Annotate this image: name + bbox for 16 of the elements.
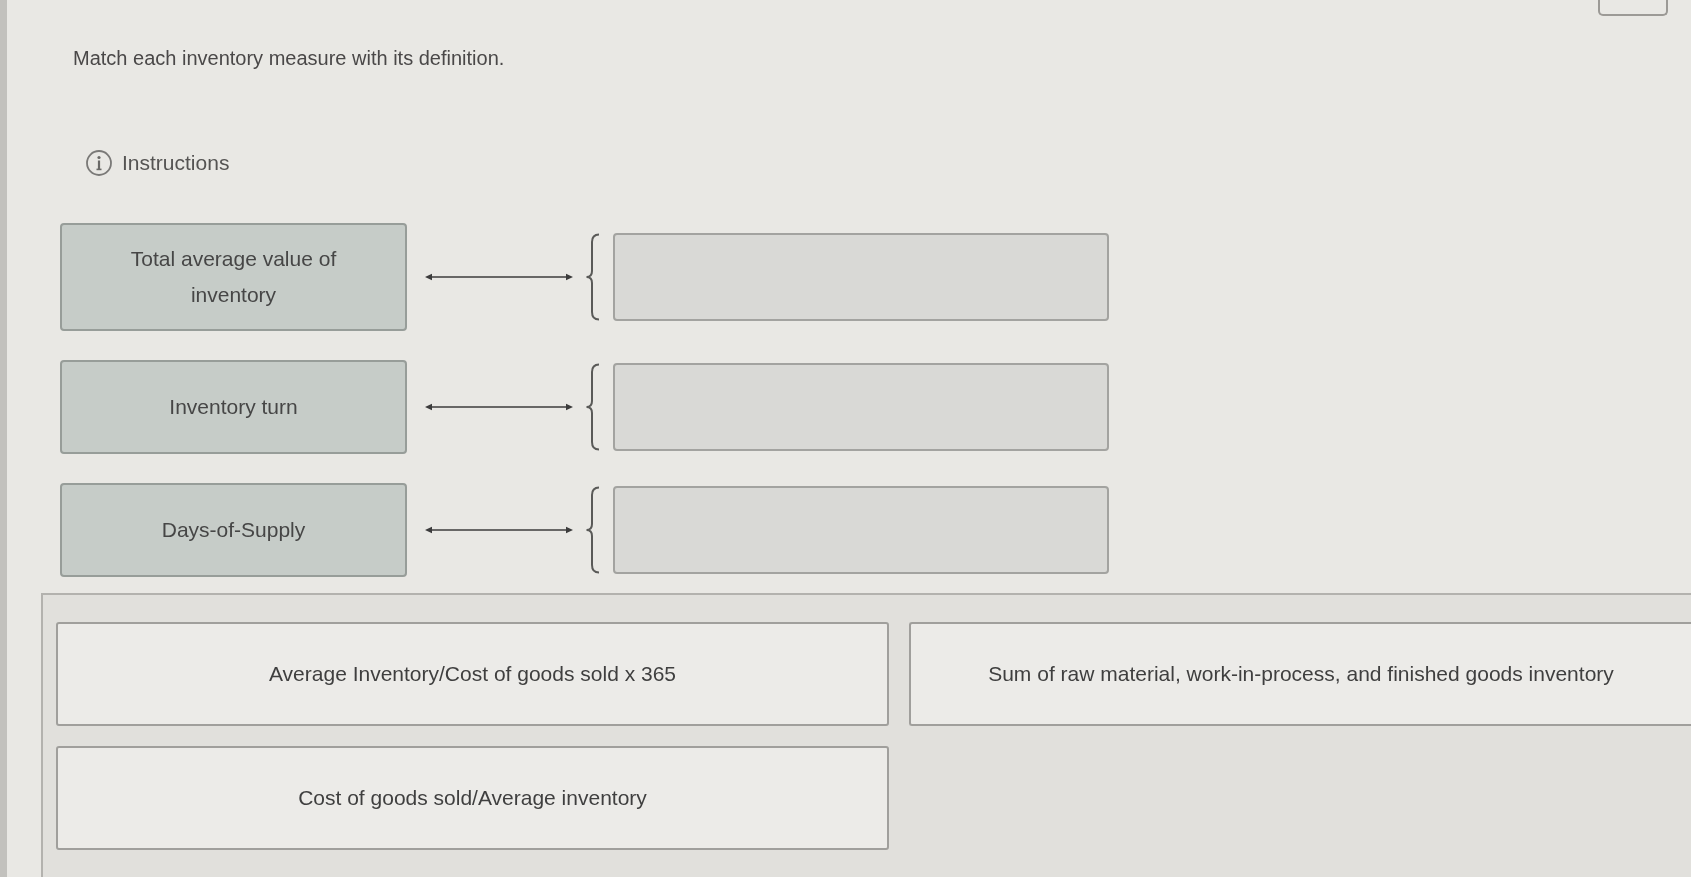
brace-icon — [585, 486, 601, 574]
brace-icon — [585, 363, 601, 451]
answer-drop-zone[interactable] — [613, 363, 1109, 451]
brace-icon — [585, 233, 601, 321]
answer-drop-zone[interactable] — [613, 486, 1109, 574]
term-card: Total average value of inventory — [60, 223, 407, 331]
term-card: Days-of-Supply — [60, 483, 407, 577]
answer-card[interactable]: Sum of raw material, work-in-process, and finished goods inventory — [909, 622, 1691, 726]
term-card: Inventory turn — [60, 360, 407, 454]
instructions-link[interactable]: Instructions — [122, 150, 230, 176]
info-icon — [86, 150, 112, 176]
answer-card[interactable]: Cost of goods sold/Average inventory — [56, 746, 889, 850]
answer-card[interactable]: Average Inventory/Cost of goods sold x 365 — [56, 622, 889, 726]
corner-button[interactable] — [1598, 0, 1668, 16]
question-prompt: Match each inventory measure with its definition. — [73, 46, 506, 70]
answer-drop-zone[interactable] — [613, 233, 1109, 321]
